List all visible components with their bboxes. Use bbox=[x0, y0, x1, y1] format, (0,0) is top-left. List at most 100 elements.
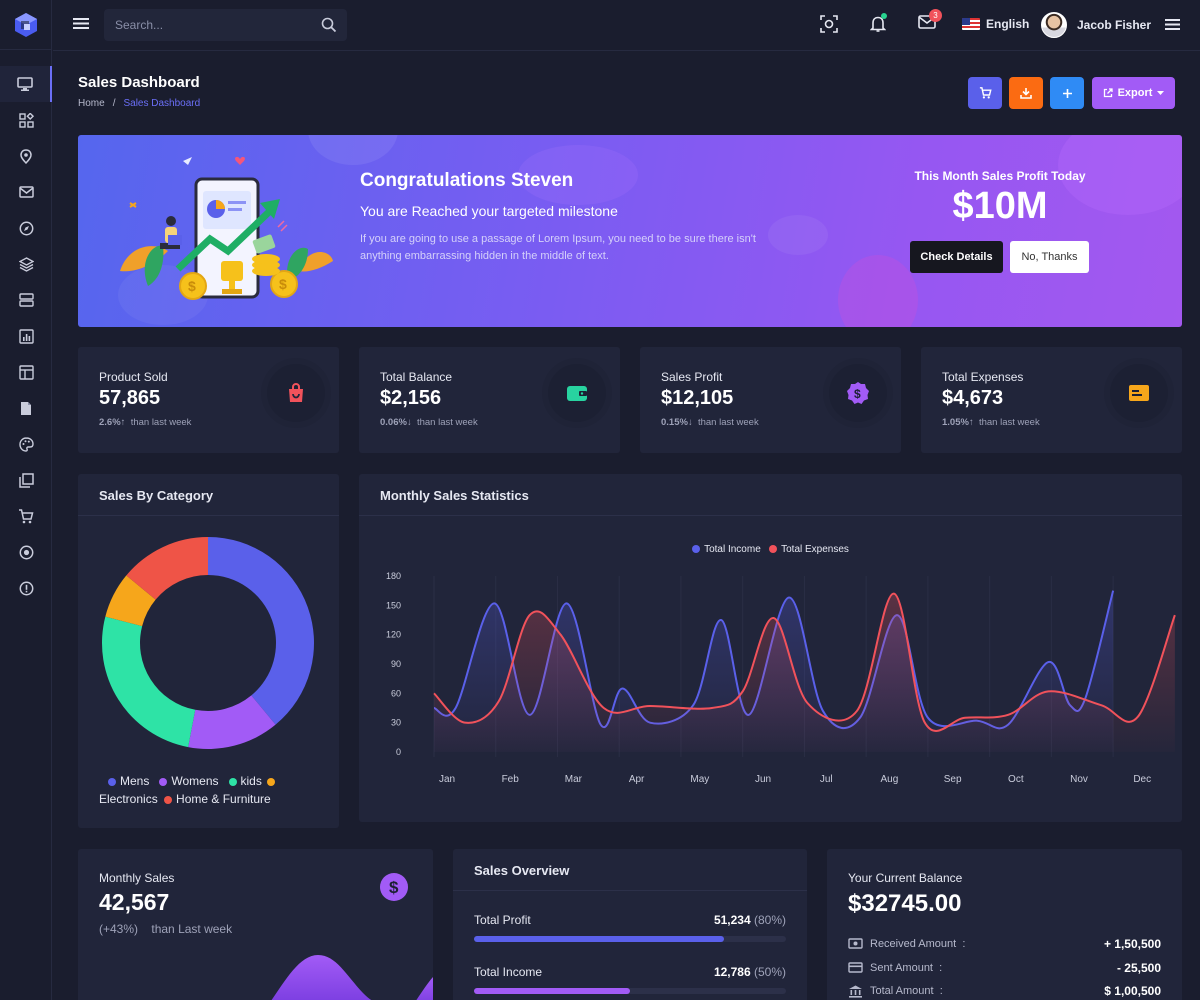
menu-toggle-button[interactable] bbox=[73, 17, 89, 35]
legend-item-kids[interactable]: kids bbox=[228, 774, 280, 788]
sidebar-item-explore[interactable] bbox=[0, 210, 52, 246]
cart-icon bbox=[979, 87, 992, 99]
stat-footer: 0.15%↓ than last week bbox=[661, 417, 759, 428]
x-tick-label: Jun bbox=[755, 774, 771, 785]
category-legend-row-2: Electronics Home & Furniture bbox=[99, 790, 329, 808]
bar-chart-icon bbox=[18, 328, 34, 344]
us-flag-icon bbox=[962, 18, 980, 30]
dollar-badge-icon: $ bbox=[829, 364, 887, 422]
no-thanks-button[interactable]: No, Thanks bbox=[1010, 241, 1089, 273]
server-icon bbox=[18, 293, 34, 307]
sidebar-item-mail[interactable] bbox=[0, 174, 52, 210]
monthly-sales-footer: (+43%) than Last week bbox=[99, 922, 233, 936]
app-logo[interactable] bbox=[0, 0, 52, 50]
sidebar-item-dashboard[interactable] bbox=[0, 66, 52, 102]
legend-item-mens[interactable]: Mens bbox=[108, 774, 149, 788]
document-icon bbox=[21, 401, 31, 415]
svg-text:$: $ bbox=[279, 276, 287, 292]
wallet-icon bbox=[548, 364, 606, 422]
area-shape bbox=[416, 977, 433, 1000]
balance-row-received: Received Amount : + 1,50,500 bbox=[848, 937, 1161, 953]
sidebar-item-maps[interactable] bbox=[0, 138, 52, 174]
sidebar-item-tables[interactable] bbox=[0, 354, 52, 390]
cart-icon bbox=[19, 508, 34, 523]
monthly-sales-statistics-card: Monthly Sales Statistics Total Income To… bbox=[359, 474, 1182, 822]
y-tick-label: 60 bbox=[391, 688, 401, 698]
svg-text:$: $ bbox=[854, 387, 861, 401]
y-tick-label: 150 bbox=[386, 600, 401, 610]
stat-value: $2,156 bbox=[380, 387, 442, 409]
legend-item-total-expenses[interactable]: Total Expenses bbox=[769, 544, 849, 555]
sidebar-item-target[interactable] bbox=[0, 534, 52, 570]
legend-item-total-income[interactable]: Total Income bbox=[692, 544, 761, 555]
x-tick-label: Mar bbox=[565, 774, 583, 785]
progress-bar bbox=[474, 936, 786, 942]
copy-icon bbox=[18, 472, 34, 488]
sidebar-item-themes[interactable] bbox=[0, 426, 52, 462]
progress-bar bbox=[474, 988, 786, 994]
widgets-icon bbox=[18, 112, 34, 128]
user-menu[interactable]: Jacob Fisher bbox=[1041, 12, 1151, 38]
sidebar-item-copy[interactable] bbox=[0, 462, 52, 498]
hamburger-icon bbox=[1165, 19, 1180, 30]
stat-card-sales-profit: Sales Profit $12,105 0.15%↓ than last we… bbox=[640, 347, 901, 453]
screen-capture-button[interactable] bbox=[820, 15, 838, 38]
export-label: Export bbox=[1117, 87, 1153, 99]
language-selector[interactable]: English bbox=[962, 17, 1029, 31]
language-label: English bbox=[986, 17, 1030, 31]
settings-menu-button[interactable] bbox=[1165, 18, 1180, 36]
sidebar-item-layers[interactable] bbox=[0, 246, 52, 282]
overview-label: Total Profit bbox=[474, 913, 531, 927]
balance-row-sent: Sent Amount : - 25,500 bbox=[848, 961, 1161, 977]
add-button[interactable] bbox=[1050, 77, 1084, 109]
page-title: Sales Dashboard bbox=[78, 74, 200, 91]
sidebar-item-charts[interactable] bbox=[0, 318, 52, 354]
y-tick-label: 30 bbox=[391, 718, 401, 728]
donut-slice-mens[interactable] bbox=[208, 537, 314, 725]
category-legend: Mens Womens kids bbox=[108, 772, 328, 790]
notification-dot bbox=[881, 13, 887, 19]
donut-slice-kids[interactable] bbox=[102, 616, 196, 748]
plus-icon bbox=[1062, 88, 1072, 98]
legend-item-electronics[interactable]: Electronics bbox=[99, 792, 158, 806]
check-details-button[interactable]: Check Details bbox=[910, 241, 1003, 273]
sidebar-item-shop[interactable] bbox=[0, 498, 52, 534]
sidebar-item-apps[interactable] bbox=[0, 102, 52, 138]
hamburger-icon bbox=[73, 18, 89, 29]
legend-item-home-furniture[interactable]: Home & Furniture bbox=[161, 792, 271, 806]
stat-card-total-balance: Total Balance $2,156 0.06%↓ than last we… bbox=[359, 347, 620, 453]
stat-footer: 0.06%↓ than last week bbox=[380, 417, 478, 428]
search-input[interactable] bbox=[104, 9, 314, 41]
notifications-button[interactable] bbox=[869, 13, 887, 38]
sidebar-item-pages[interactable] bbox=[0, 390, 52, 426]
download-icon bbox=[1020, 88, 1032, 99]
breadcrumb: Home / Sales Dashboard bbox=[78, 98, 200, 109]
stat-card-product-sold: Product Sold 57,865 2.6%↑ than last week bbox=[78, 347, 339, 453]
card-title: Sales By Category bbox=[99, 488, 214, 503]
search-icon[interactable] bbox=[321, 17, 337, 33]
sales-overview-card: Sales Overview Total Profit 51,234 (80%)… bbox=[453, 849, 807, 1000]
area-shape bbox=[271, 955, 372, 1000]
export-button[interactable]: Export bbox=[1092, 77, 1175, 109]
legend-item-womens[interactable]: Womens bbox=[159, 774, 219, 788]
cart-button[interactable] bbox=[968, 77, 1002, 109]
profit-amount: $10M bbox=[952, 185, 1048, 227]
sidebar-item-server[interactable] bbox=[0, 282, 52, 318]
stat-label: Product Sold bbox=[99, 370, 168, 384]
messages-button[interactable]: 3 bbox=[918, 9, 942, 34]
overview-label: Total Income bbox=[474, 965, 543, 979]
stat-footer: 2.6%↑ than last week bbox=[99, 417, 192, 428]
mail-count-badge: 3 bbox=[929, 9, 942, 22]
x-tick-label: Jul bbox=[820, 774, 833, 785]
bank-icon bbox=[849, 985, 862, 998]
x-tick-label: Dec bbox=[1133, 774, 1151, 785]
svg-text:$: $ bbox=[188, 278, 196, 294]
breadcrumb-current: Sales Dashboard bbox=[123, 98, 201, 109]
balance-value: $32745.00 bbox=[848, 890, 962, 917]
monthly-sales-card: Monthly Sales 42,567 (+43%) than Last we… bbox=[78, 849, 433, 1000]
breadcrumb-home[interactable]: Home bbox=[78, 98, 105, 109]
focus-icon bbox=[820, 15, 838, 33]
sidebar-item-alerts[interactable] bbox=[0, 570, 52, 606]
milestone-illustration: $ $ bbox=[120, 156, 333, 300]
download-button[interactable] bbox=[1009, 77, 1043, 109]
